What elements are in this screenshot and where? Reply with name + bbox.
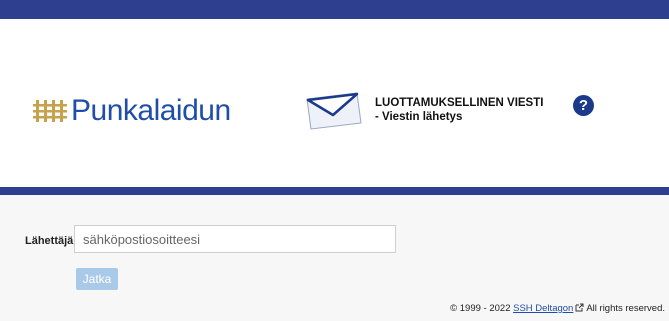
- message-title: LUOTTAMUKSELLINEN VIESTI - Viestin lähet…: [375, 96, 543, 124]
- message-title-line2: - Viestin lähetys: [375, 111, 463, 123]
- logo-text: Punkalaidun: [71, 94, 231, 127]
- ssh-deltagon-link[interactable]: SSH Deltagon: [513, 303, 573, 314]
- divider-bar: [0, 187, 669, 195]
- header: Punkalaidun LUOTTAMUKSELLINEN VIESTI - V…: [0, 19, 669, 187]
- top-bar: [0, 0, 669, 19]
- page: Punkalaidun LUOTTAMUKSELLINEN VIESTI - V…: [0, 0, 669, 321]
- email-input[interactable]: [74, 225, 396, 253]
- rights-text: All rights reserved.: [586, 303, 665, 314]
- sender-form: Lähettäjä Jatka © 1999 - 2022 SSH Deltag…: [0, 195, 669, 321]
- sender-label: Lähettäjä: [25, 235, 74, 247]
- help-icon[interactable]: ?: [573, 95, 594, 116]
- copyright-text: © 1999 - 2022: [450, 303, 511, 314]
- message-title-line1: LUOTTAMUKSELLINEN VIESTI: [375, 97, 544, 109]
- continue-button[interactable]: Jatka: [76, 268, 118, 290]
- wooden-fence-icon: [33, 100, 67, 122]
- external-link-icon: [575, 303, 584, 312]
- punkalaidun-logo: Punkalaidun: [33, 91, 231, 131]
- footer: © 1999 - 2022 SSH Deltagon All rights res…: [450, 303, 665, 314]
- envelope-icon: [303, 91, 363, 136]
